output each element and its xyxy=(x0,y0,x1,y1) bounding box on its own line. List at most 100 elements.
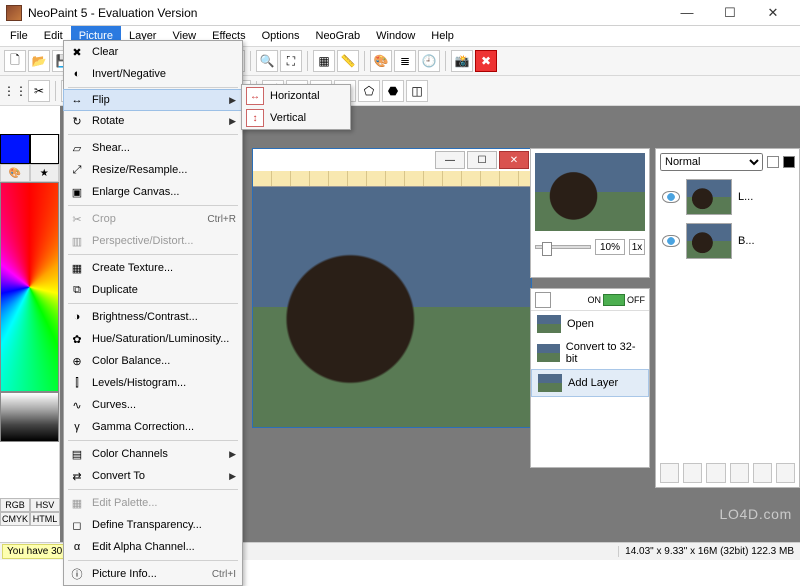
merge-layer-button[interactable] xyxy=(706,463,725,483)
submenu-label: Vertical xyxy=(270,112,306,124)
dup-layer-button[interactable] xyxy=(683,463,702,483)
canvas[interactable] xyxy=(253,187,531,427)
close-button[interactable]: ✕ xyxy=(752,2,794,24)
down-layer-button[interactable] xyxy=(753,463,772,483)
opacity-icon-full[interactable] xyxy=(783,156,795,168)
drag-handle-icon[interactable]: ⋮⋮ xyxy=(4,80,26,102)
maximize-button[interactable]: ☐ xyxy=(709,2,751,24)
doc-minimize-button[interactable]: — xyxy=(435,151,465,169)
menu-item-flip[interactable]: ↔Flip▶ xyxy=(63,89,243,111)
background-color[interactable] xyxy=(30,134,60,164)
layer-row[interactable]: B... xyxy=(656,219,799,263)
minimize-button[interactable]: — xyxy=(666,2,708,24)
open-icon[interactable]: 📂 xyxy=(28,50,50,72)
doc-maximize-button[interactable]: ☐ xyxy=(467,151,497,169)
menu-item-brightness-contrast[interactable]: ◑Brightness/Contrast... xyxy=(64,306,242,328)
menu-item-define-transparency[interactable]: ◻Define Transparency... xyxy=(64,514,242,536)
polygon-tool-icon[interactable]: ⬠ xyxy=(358,80,380,102)
menu-options[interactable]: Options xyxy=(254,26,308,46)
shape-tool-icon[interactable]: ⬣ xyxy=(382,80,404,102)
palette-tab-star[interactable]: ★ xyxy=(30,164,60,182)
eye-icon[interactable] xyxy=(662,191,680,203)
blend-mode-select[interactable]: Normal xyxy=(660,153,763,171)
menu-item-shear[interactable]: ▱Shear... xyxy=(64,137,242,159)
layers-icon[interactable]: ≣ xyxy=(394,50,416,72)
action-item-selected[interactable]: Add Layer xyxy=(531,369,649,397)
palette-icon[interactable]: 🎨 xyxy=(370,50,392,72)
menu-item-label: Convert To xyxy=(92,470,223,482)
tab-hsv[interactable]: HSV xyxy=(30,498,60,512)
menu-item-color-channels[interactable]: ▤Color Channels▶ xyxy=(64,443,242,465)
flip-submenu: ↔ Horizontal ↕ Vertical xyxy=(241,84,351,130)
menu-item-enlarge-canvas[interactable]: ▣Enlarge Canvas... xyxy=(64,181,242,203)
palette-tab-color[interactable]: 🎨 xyxy=(0,164,30,182)
zoom-reset-button[interactable]: 1x xyxy=(629,239,645,255)
grayscale-ramp[interactable] xyxy=(0,392,59,442)
actions-panel: ON OFF Open Convert to 32-bit Add Layer xyxy=(530,288,650,468)
menu-item-duplicate[interactable]: ⧉Duplicate xyxy=(64,279,242,301)
cube-tool-icon[interactable]: ◫ xyxy=(406,80,428,102)
foreground-color[interactable] xyxy=(0,134,30,164)
color-picker[interactable] xyxy=(0,182,59,392)
menu-item-levels-histogram[interactable]: ⫿Levels/Histogram... xyxy=(64,372,242,394)
menu-item-create-texture[interactable]: ▦Create Texture... xyxy=(64,257,242,279)
delete-icon[interactable]: ✖ xyxy=(475,50,497,72)
doc-close-button[interactable]: ✕ xyxy=(499,151,529,169)
tab-cmyk[interactable]: CMYK xyxy=(0,512,30,526)
menu-item-label: Duplicate xyxy=(92,284,236,296)
menu-item-icon: ✿ xyxy=(68,330,86,348)
color-mode-tabs: RGB HSV CMYK HTML xyxy=(0,498,60,526)
menu-item-color-balance[interactable]: ⊕Color Balance... xyxy=(64,350,242,372)
menu-item-curves[interactable]: ∿Curves... xyxy=(64,394,242,416)
menu-item-clear[interactable]: ✖Clear xyxy=(64,41,242,63)
menu-help[interactable]: Help xyxy=(423,26,462,46)
menu-item-gamma-correction[interactable]: γGamma Correction... xyxy=(64,416,242,438)
eye-icon[interactable] xyxy=(662,235,680,247)
actions-toggle[interactable]: ON OFF xyxy=(588,294,646,306)
new-layer-button[interactable] xyxy=(660,463,679,483)
new-icon[interactable]: 🗋 xyxy=(4,50,26,72)
window-controls: — ☐ ✕ xyxy=(666,2,794,24)
scissors-icon[interactable]: ✂ xyxy=(28,80,50,102)
navigator-thumbnail[interactable] xyxy=(535,153,645,231)
grid-icon[interactable]: ▦ xyxy=(313,50,335,72)
menu-file[interactable]: File xyxy=(2,26,36,46)
tab-html[interactable]: HTML xyxy=(30,512,60,526)
menu-item-picture-info[interactable]: ⓘPicture Info...Ctrl+I xyxy=(64,563,242,585)
fullscreen-icon[interactable]: ⛶ xyxy=(280,50,302,72)
layer-name: B... xyxy=(738,235,755,247)
toggle-switch-icon[interactable] xyxy=(603,294,625,306)
menu-item-edit-alpha-channel[interactable]: αEdit Alpha Channel... xyxy=(64,536,242,558)
menu-item-label: Invert/Negative xyxy=(92,68,236,80)
up-layer-button[interactable] xyxy=(730,463,749,483)
flip-vertical[interactable]: ↕ Vertical xyxy=(242,107,350,129)
zoom-fit-icon[interactable]: 🔍 xyxy=(256,50,278,72)
zoom-slider[interactable] xyxy=(535,245,591,249)
history-icon[interactable]: 🕘 xyxy=(418,50,440,72)
menu-item-label: Resize/Resample... xyxy=(92,164,236,176)
menu-item-label: Brightness/Contrast... xyxy=(92,311,236,323)
grab-icon[interactable]: 📸 xyxy=(451,50,473,72)
action-item[interactable]: Convert to 32-bit xyxy=(531,337,649,369)
del-layer-button[interactable] xyxy=(776,463,795,483)
picture-menu: ✖Clear◐Invert/Negative ↔Flip▶↻Rotate▶ ▱She… xyxy=(63,40,243,586)
tab-rgb[interactable]: RGB xyxy=(0,498,30,512)
menu-item-icon: ▦ xyxy=(68,259,86,277)
opacity-icon[interactable] xyxy=(767,156,779,168)
layer-row[interactable]: L... xyxy=(656,175,799,219)
menu-window[interactable]: Window xyxy=(368,26,423,46)
menu-item-convert-to[interactable]: ⇄Convert To▶ xyxy=(64,465,242,487)
flip-horizontal[interactable]: ↔ Horizontal xyxy=(242,85,350,107)
menu-item-resize-resample[interactable]: ⤢Resize/Resample... xyxy=(64,159,242,181)
menu-item-shortcut: Ctrl+I xyxy=(212,569,236,580)
action-item[interactable]: Open xyxy=(531,311,649,337)
menu-item-hue-saturation-luminosity[interactable]: ✿Hue/Saturation/Luminosity... xyxy=(64,328,242,350)
titlebar: NeoPaint 5 - Evaluation Version — ☐ ✕ xyxy=(0,0,800,26)
menu-item-icon: ▱ xyxy=(68,139,86,157)
menu-item-invert-negative[interactable]: ◐Invert/Negative xyxy=(64,63,242,85)
menu-neograb[interactable]: NeoGrab xyxy=(308,26,369,46)
menu-item-rotate[interactable]: ↻Rotate▶ xyxy=(64,110,242,132)
ruler-icon[interactable]: 📏 xyxy=(337,50,359,72)
document-window[interactable]: — ☐ ✕ xyxy=(252,148,532,428)
trash-icon[interactable] xyxy=(535,292,551,308)
